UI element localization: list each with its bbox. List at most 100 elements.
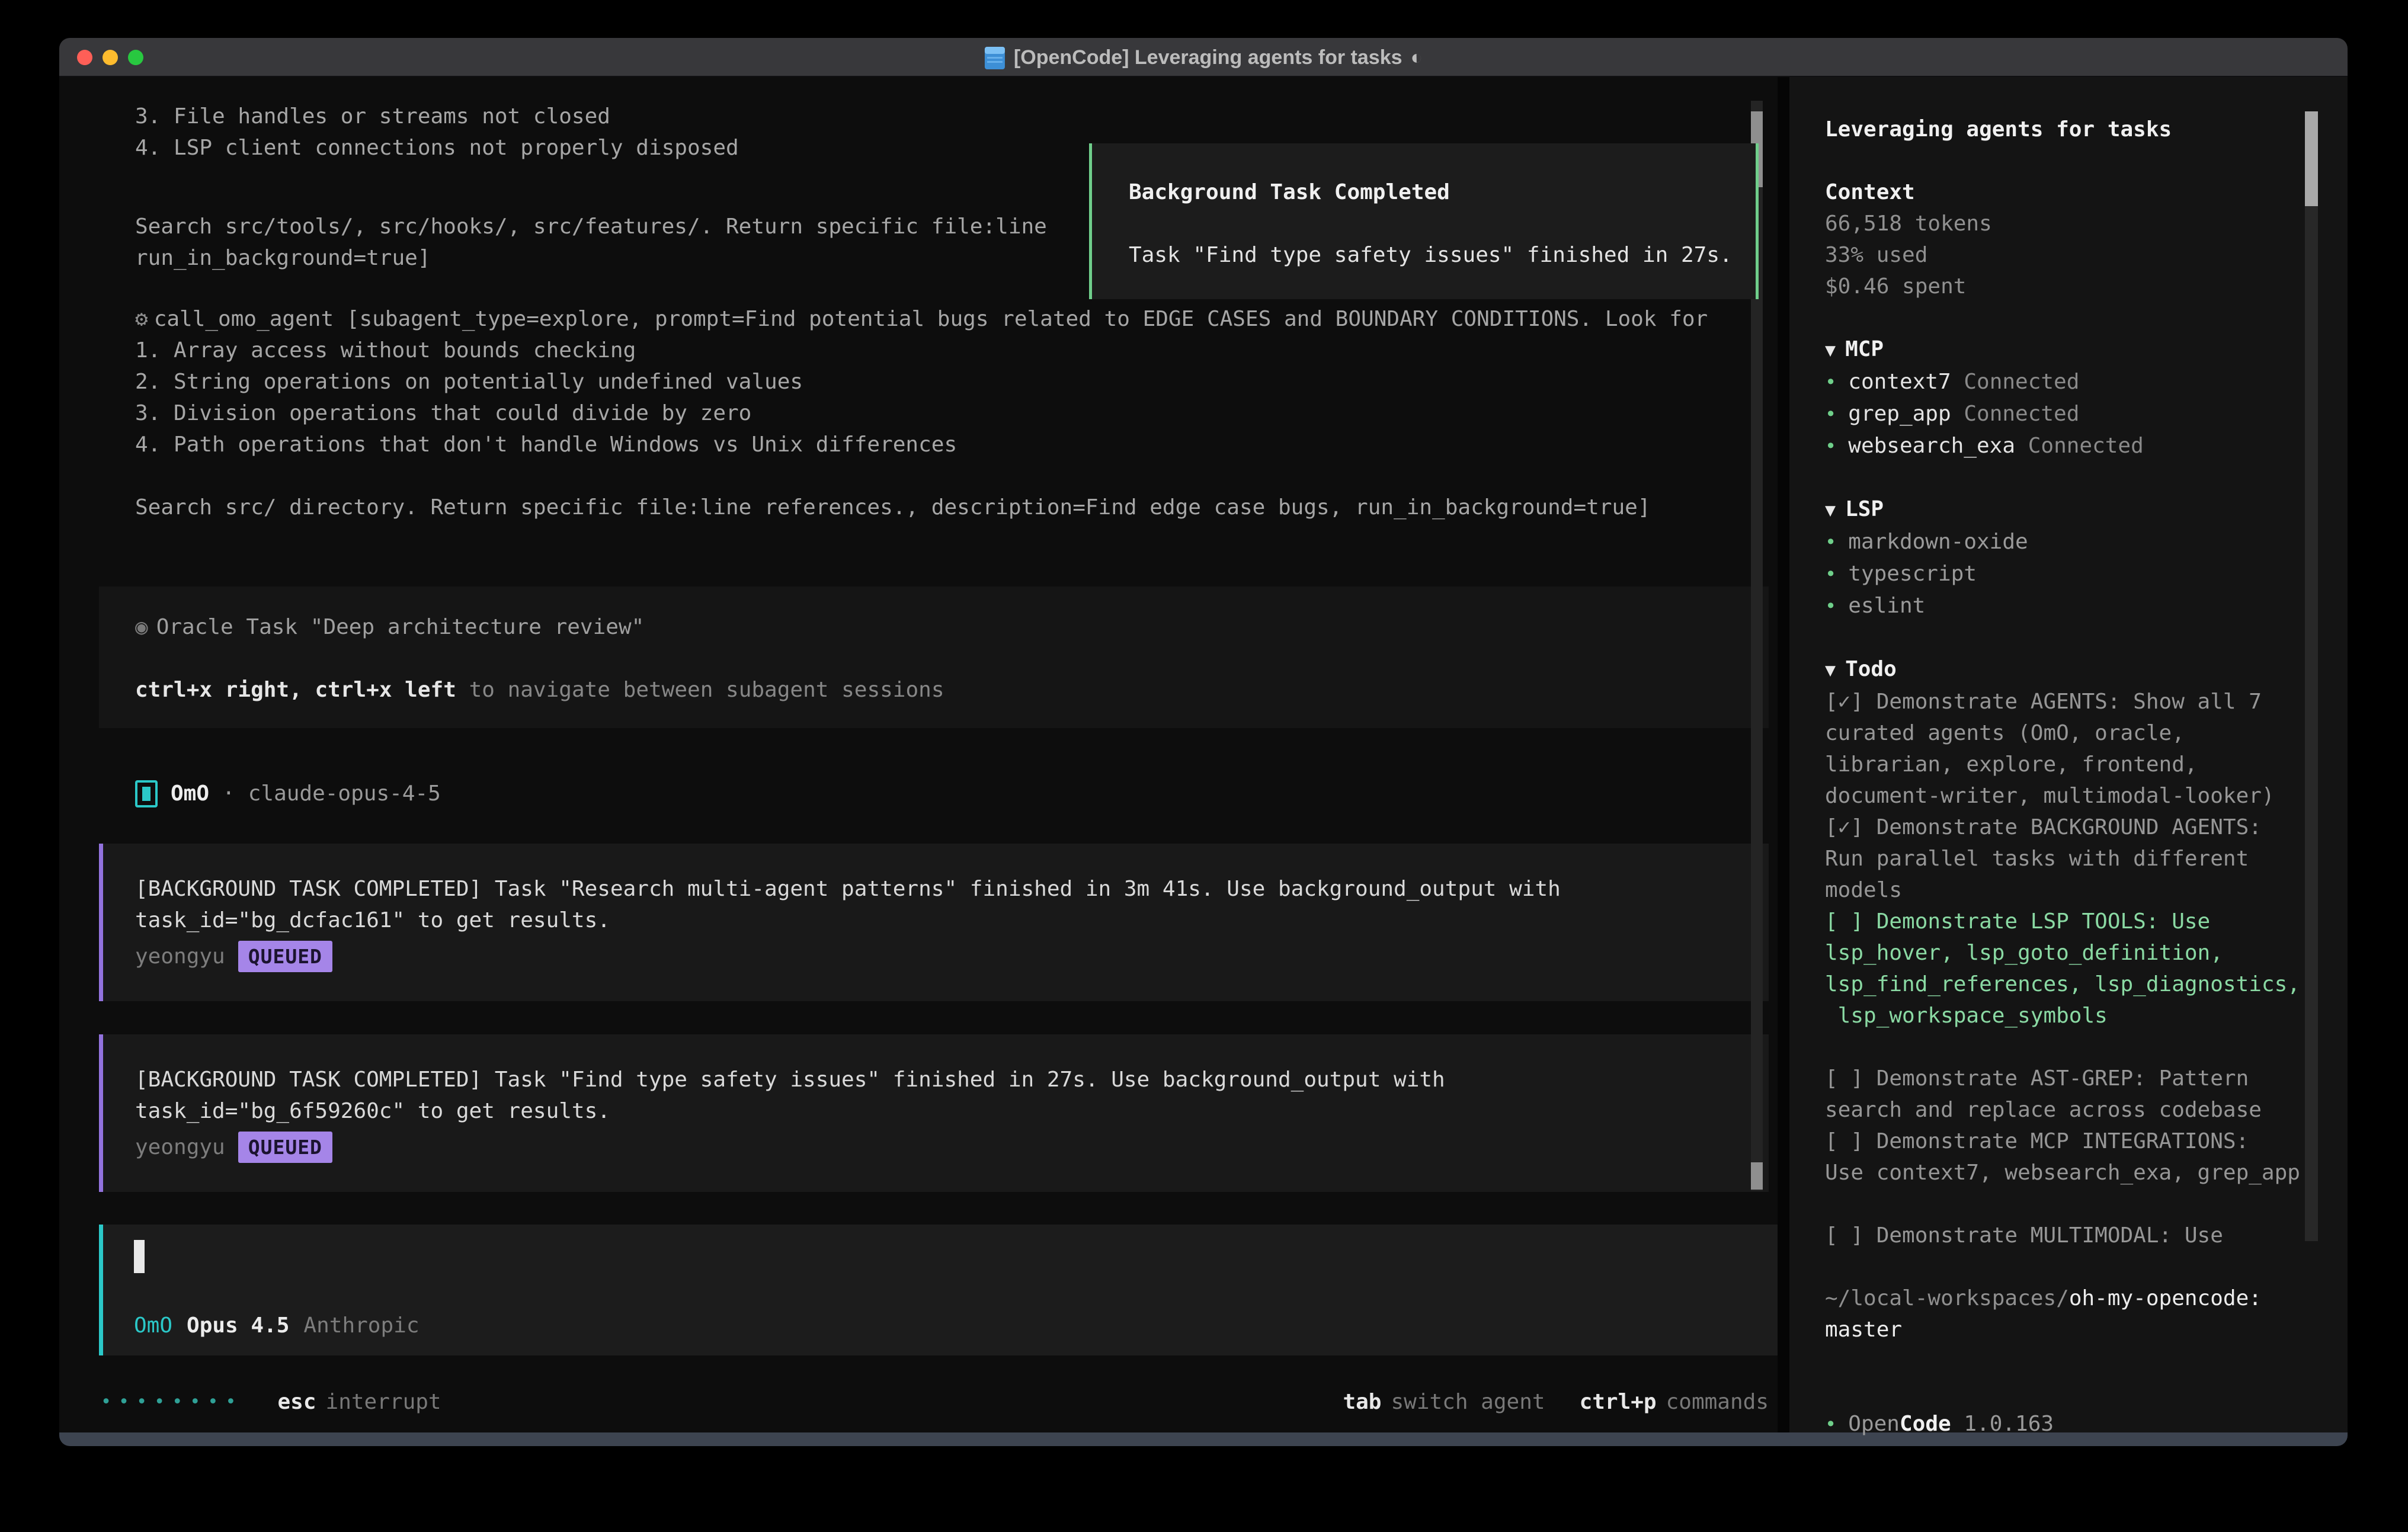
lsp-section-toggle[interactable]: ▼ LSP <box>1825 493 2348 526</box>
todo-line-done: librarian, explore, frontend, <box>1825 749 2348 780</box>
input-model-name: Opus 4.5 <box>187 1313 289 1338</box>
scrollbar-thumb[interactable] <box>1751 1162 1763 1190</box>
mcp-status-text: Connected <box>1964 402 2079 426</box>
minimize-button[interactable] <box>103 50 118 65</box>
chevron-down-icon: ▼ <box>1825 660 1836 681</box>
status-bar: •••••••• esc interrupt tab switch agent … <box>59 1386 1778 1418</box>
oracle-task-box: ◉Oracle Task "Deep architecture review" … <box>99 586 1769 728</box>
content: 3. File handles or streams not closed 4.… <box>59 77 2348 1432</box>
workspace-branch: master <box>1825 1314 2348 1345</box>
task-message-line: task_id="bg_6f59260c" to get results. <box>103 1095 1769 1127</box>
todo-line-done: [✓] Demonstrate AGENTS: Show all 7 <box>1825 686 2348 717</box>
tool-call-line: ⚙call_omo_agent [subagent_type=explore, … <box>59 303 1778 335</box>
ctrlp-key-label: ctrl+p <box>1580 1390 1657 1414</box>
app-name-bold: Code <box>1900 1412 1951 1436</box>
status-dot-icon: • <box>1825 371 1836 393</box>
todo-line-done: curated agents (OmO, oracle, <box>1825 717 2348 749</box>
lsp-item: • eslint <box>1825 590 2348 622</box>
todo-line-active: lsp_find_references, lsp_diagnostics, <box>1825 969 2348 1000</box>
task-message-line: [BACKGROUND TASK COMPLETED] Task "Find t… <box>103 1064 1769 1095</box>
tool-call-line: 1. Array access without bounds checking <box>59 335 1778 366</box>
keyboard-hints: tab switch agent ctrl+p commands <box>1343 1390 1769 1414</box>
lsp-heading: LSP <box>1845 497 1884 521</box>
commands-label: commands <box>1666 1390 1769 1414</box>
todo-line-done: document-writer, multimodal-looker) <box>1825 780 2348 812</box>
subagent-nav-hint: ctrl+x right, ctrl+x left to navigate be… <box>99 674 1769 706</box>
tool-call-line: Search src/ directory. Return specific f… <box>59 492 1778 523</box>
agent-header: OmO · claude-opus-4-5 <box>59 778 1778 809</box>
todo-line-done: models <box>1825 874 2348 906</box>
mcp-name: context7 <box>1848 370 1951 394</box>
task-meta-row: yeongyu QUEUED <box>103 1130 1769 1164</box>
status-dot-icon: • <box>1825 595 1836 617</box>
queue-user: yeongyu <box>135 944 225 969</box>
mcp-status-text: Connected <box>1964 370 2079 394</box>
input-cursor-row[interactable] <box>103 1240 1778 1275</box>
spacer <box>1825 1345 2348 1408</box>
chevron-down-icon: ▼ <box>1825 500 1836 521</box>
mcp-status-text: Connected <box>2028 434 2144 458</box>
omo-agent-icon <box>135 780 158 807</box>
mcp-section-toggle[interactable]: ▼MCP <box>1825 334 2348 366</box>
window-title-wrap: [OpenCode] Leveraging agents for tasks ◐ <box>984 38 1423 77</box>
lsp-item: • markdown-oxide <box>1825 526 2348 558</box>
todo-line-done: [✓] Demonstrate BACKGROUND AGENTS: <box>1825 812 2348 843</box>
panel-divider <box>1778 77 1789 1432</box>
status-dot-icon: • <box>1825 531 1836 553</box>
spacer <box>1825 1188 2348 1220</box>
oracle-icon: ◉ <box>135 615 148 639</box>
mcp-item: •websearch_exa Connected <box>1825 430 2348 462</box>
mcp-item: • context7 Connected <box>1825 366 2348 398</box>
workspace-path: ~/local-workspaces/oh-my-opencode: <box>1825 1283 2348 1314</box>
toast-notification: Background Task Completed Task "Find typ… <box>1089 143 1759 299</box>
workspace-path-bright: oh-my-opencode: <box>2069 1286 2262 1310</box>
todo-section-toggle[interactable]: ▼Todo <box>1825 653 2348 686</box>
titlebar: [OpenCode] Leveraging agents for tasks ◐ <box>59 38 2348 77</box>
lsp-name: markdown-oxide <box>1848 530 2028 554</box>
session-title: Leveraging agents for tasks <box>1825 114 2348 145</box>
todo-line-done: Run parallel tasks with different <box>1825 843 2348 874</box>
status-badge: QUEUED <box>238 1132 332 1163</box>
close-button[interactable] <box>77 50 92 65</box>
prompt-input[interactable]: OmO Opus 4.5 Anthropic <box>99 1225 1778 1355</box>
separator-dot: · <box>222 781 235 806</box>
tool-call-line: 3. Division operations that could divide… <box>59 398 1778 429</box>
input-footer: OmO Opus 4.5 Anthropic <box>103 1310 1778 1341</box>
blank-line <box>99 643 1769 674</box>
background-task-message: [BACKGROUND TASK COMPLETED] Task "Find t… <box>99 1034 1769 1192</box>
context-tokens: 66,518 tokens <box>1825 208 2348 239</box>
hint-key-left: ctrl+x left <box>315 678 456 702</box>
status-dot-icon: • <box>1825 403 1836 425</box>
app-version: • OpenCode 1.0.163 <box>1825 1408 2348 1440</box>
context-spent: $0.46 spent <box>1825 271 2348 302</box>
app-version-number: 1.0.163 <box>1951 1412 2054 1436</box>
mcp-item: •grep_app Connected <box>1825 398 2348 430</box>
zoom-button[interactable] <box>128 50 143 65</box>
status-dot-icon: • <box>1825 1413 1836 1435</box>
status-dot-icon: • <box>1825 563 1836 585</box>
todo-line-pending: [ ] Demonstrate AST-GREP: Pattern <box>1825 1063 2348 1094</box>
interrupt-hint: esc interrupt <box>278 1390 441 1414</box>
oracle-task-title: ◉ Oracle Task "Deep architecture review" <box>99 611 1769 643</box>
context-heading: Context <box>1825 177 2348 208</box>
todo-line-active: lsp_workspace_symbols <box>1825 1000 2348 1031</box>
scrollback-line: 3. File handles or streams not closed <box>59 101 1778 132</box>
hint-text: to navigate between subagent sessions <box>469 678 944 702</box>
gear-icon: ⚙ <box>135 307 148 331</box>
hint-key-right: ctrl+x right, <box>135 678 302 702</box>
blank-line <box>59 460 1778 492</box>
opencode-window: [OpenCode] Leveraging agents for tasks ◐… <box>59 38 2348 1446</box>
sidebar-scrollbar[interactable] <box>2305 111 2318 1241</box>
lsp-name: eslint <box>1848 594 1925 618</box>
window-title: [OpenCode] Leveraging agents for tasks <box>1014 46 1402 69</box>
todo-line-pending: search and replace across codebase <box>1825 1094 2348 1126</box>
tab-key-label: tab <box>1343 1390 1381 1414</box>
task-message-line: [BACKGROUND TASK COMPLETED] Task "Resear… <box>103 873 1769 905</box>
agent-name: OmO <box>171 781 209 806</box>
input-provider-name: Anthropic <box>303 1313 419 1338</box>
scrollbar-thumb[interactable] <box>2305 111 2318 206</box>
oracle-title-text: Oracle Task "Deep architecture review" <box>156 615 645 639</box>
lsp-item: •typescript <box>1825 558 2348 590</box>
task-meta-row: yeongyu QUEUED <box>103 940 1769 973</box>
app-name-dim: Open <box>1848 1412 1900 1436</box>
